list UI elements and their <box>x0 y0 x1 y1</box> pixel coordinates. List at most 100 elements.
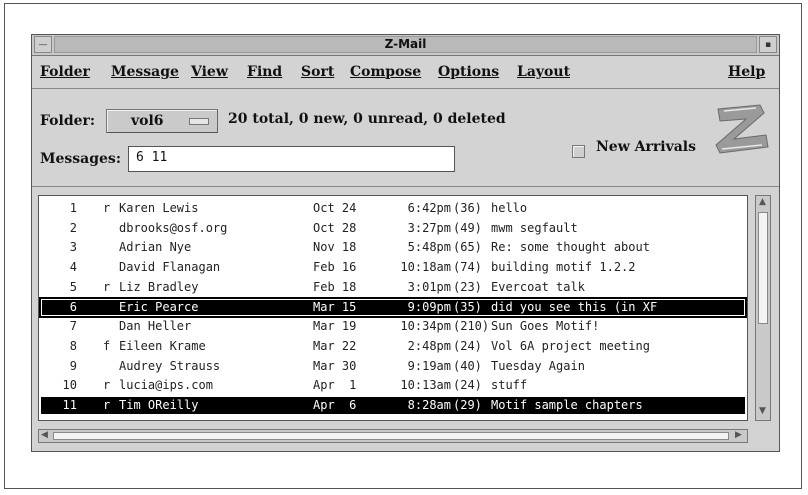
row-size: (210) <box>453 319 490 334</box>
row-number: 9 <box>69 358 77 373</box>
row-size: (36) <box>453 201 482 215</box>
dot-icon: ▪ <box>764 39 772 50</box>
row-number: 6 <box>69 299 77 314</box>
row-time: 10:13am <box>400 378 451 393</box>
row-subject: building motif 1.2.2 <box>491 260 636 275</box>
table-row[interactable]: 1 r Karen Lewis Oct 24 6:42pm (36) hello <box>41 200 745 217</box>
messages-label: Messages: <box>40 151 121 167</box>
row-from: Eric Pearce <box>119 299 199 314</box>
menu-view[interactable]: View <box>191 64 228 80</box>
row-status: r <box>103 279 111 294</box>
row-number: 3 <box>69 240 77 255</box>
row-date: Oct 24 <box>313 201 357 215</box>
window-maximize-button[interactable]: ▪ <box>759 36 777 53</box>
vertical-scrollbar[interactable]: ▲ ▼ <box>755 195 771 421</box>
row-number: 4 <box>69 260 77 275</box>
folder-option-menu[interactable]: vol6 <box>106 109 218 133</box>
table-row[interactable]: 10 r lucia@ips.com Apr 1 10:13am (24) stuff <box>41 377 745 394</box>
row-from: Audrey Strauss <box>119 358 221 373</box>
menu-compose[interactable]: Compose <box>350 64 421 80</box>
row-time: 9:19am <box>407 358 451 373</box>
row-status: r <box>103 398 111 412</box>
message-list-area: 1 r Karen Lewis Oct 24 6:42pm (36) hello 2 dbroo… <box>32 186 779 443</box>
menu-layout[interactable]: Layout <box>517 64 570 80</box>
row-size: (74) <box>453 260 482 275</box>
new-arrivals-label[interactable]: New Arrivals <box>596 139 696 155</box>
menu-find[interactable]: Find <box>247 64 282 80</box>
row-time: 8:28am <box>407 398 451 412</box>
menu-options[interactable]: Options <box>438 64 499 80</box>
table-row[interactable]: 8 f Eileen Krame Mar 22 2:48pm (24) Vol 6A pro… <box>41 338 745 355</box>
row-number: 7 <box>69 319 77 334</box>
row-subject: Tuesday Again <box>491 358 585 373</box>
row-subject: Vol 6A project meeting <box>491 338 650 353</box>
menu-help[interactable]: Help <box>728 64 765 80</box>
minus-icon: — <box>38 39 48 50</box>
table-row[interactable]: 6 Eric Pearce Mar 15 9:09pm (35) did you see … <box>39 296 747 318</box>
row-from: Karen Lewis <box>119 201 199 215</box>
scroll-up-icon[interactable]: ▲ <box>759 197 766 207</box>
vertical-scroll-thumb[interactable] <box>758 212 768 324</box>
scroll-right-icon[interactable]: ▶ <box>735 430 742 440</box>
row-date: Oct 28 <box>313 220 357 235</box>
row-number: 1 <box>69 201 77 215</box>
row-time: 2:48pm <box>407 338 451 353</box>
row-date: Mar 19 <box>313 319 357 334</box>
row-subject: stuff <box>491 378 528 393</box>
row-from: Adrian Nye <box>119 240 192 255</box>
row-from: Dan Heller <box>119 319 192 334</box>
row-number: 5 <box>69 279 77 294</box>
row-subject: Motif sample chapters <box>491 398 643 412</box>
row-subject: Re: some thought about <box>491 240 650 255</box>
table-row[interactable]: 7 Dan Heller Mar 19 10:34pm (210) Sun Goes Mo… <box>41 318 745 335</box>
row-date: Apr 6 <box>313 398 357 412</box>
table-row[interactable]: 11 r Tim OReilly Apr 6 8:28am (29) Motif sampl… <box>41 397 745 414</box>
horizontal-scrollbar[interactable]: ◀ ▶ <box>38 429 748 443</box>
message-list[interactable]: 1 r Karen Lewis Oct 24 6:42pm (36) hello 2 dbroo… <box>38 195 748 421</box>
scroll-down-icon[interactable]: ▼ <box>759 406 766 416</box>
row-status: f <box>103 338 111 353</box>
row-status: r <box>103 201 111 215</box>
table-row[interactable]: 4 David Flanagan Feb 16 10:18am (74) building… <box>41 259 745 276</box>
menu-bar: Folder Message View Find Sort Compose Op… <box>32 56 779 89</box>
menu-message[interactable]: Message <box>111 64 179 80</box>
row-number: 8 <box>69 338 77 353</box>
row-date: Mar 30 <box>313 358 357 373</box>
row-subject: did you see this (in XF <box>491 299 658 314</box>
row-from: Tim OReilly <box>119 398 199 412</box>
menu-folder[interactable]: Folder <box>40 64 90 80</box>
row-subject: mwm segfault <box>491 220 578 235</box>
row-size: (49) <box>453 220 482 235</box>
row-subject: Evercoat talk <box>491 279 585 294</box>
row-size: (35) <box>453 299 482 314</box>
table-row[interactable]: 2 dbrooks@osf.org Oct 28 3:27pm (49) mwm segf… <box>41 220 745 237</box>
row-from: Liz Bradley <box>119 279 199 294</box>
table-row[interactable]: 9 Audrey Strauss Mar 30 9:19am (40) Tuesday A… <box>41 358 745 375</box>
horizontal-scroll-thumb[interactable] <box>53 432 729 440</box>
table-row[interactable]: 5 r Liz Bradley Feb 18 3:01pm (23) Evercoat ta… <box>41 279 745 296</box>
table-row[interactable]: 3 Adrian Nye Nov 18 5:48pm (65) Re: some thou… <box>41 239 745 256</box>
option-menu-indicator-icon <box>189 118 209 125</box>
menu-sort[interactable]: Sort <box>301 64 334 80</box>
folder-summary: 20 total, 0 new, 0 unread, 0 deleted <box>228 111 506 127</box>
scroll-left-icon[interactable]: ◀ <box>41 430 48 440</box>
row-time: 3:01pm <box>407 279 451 294</box>
row-date: Feb 18 <box>313 279 357 294</box>
zmail-window: — Z-Mail ▪ Folder Message View Find Sort… <box>31 34 780 452</box>
row-from: dbrooks@osf.org <box>119 220 228 235</box>
row-time: 9:09pm <box>407 299 451 314</box>
window-menu-button[interactable]: — <box>34 36 52 53</box>
title-bar[interactable]: — Z-Mail ▪ <box>32 35 779 56</box>
new-arrivals-checkbox[interactable] <box>572 145 585 158</box>
row-number: 11 <box>62 398 77 412</box>
row-number: 10 <box>62 378 77 393</box>
row-from: David Flanagan <box>119 260 221 275</box>
row-number: 2 <box>69 220 77 235</box>
row-size: (40) <box>453 358 482 373</box>
window-title: Z-Mail <box>54 36 757 53</box>
row-date: Nov 18 <box>313 240 357 255</box>
row-status: r <box>103 378 111 393</box>
folder-value: vol6 <box>131 113 164 129</box>
row-date: Feb 16 <box>313 260 357 275</box>
messages-input[interactable]: 6 11 <box>128 146 455 172</box>
